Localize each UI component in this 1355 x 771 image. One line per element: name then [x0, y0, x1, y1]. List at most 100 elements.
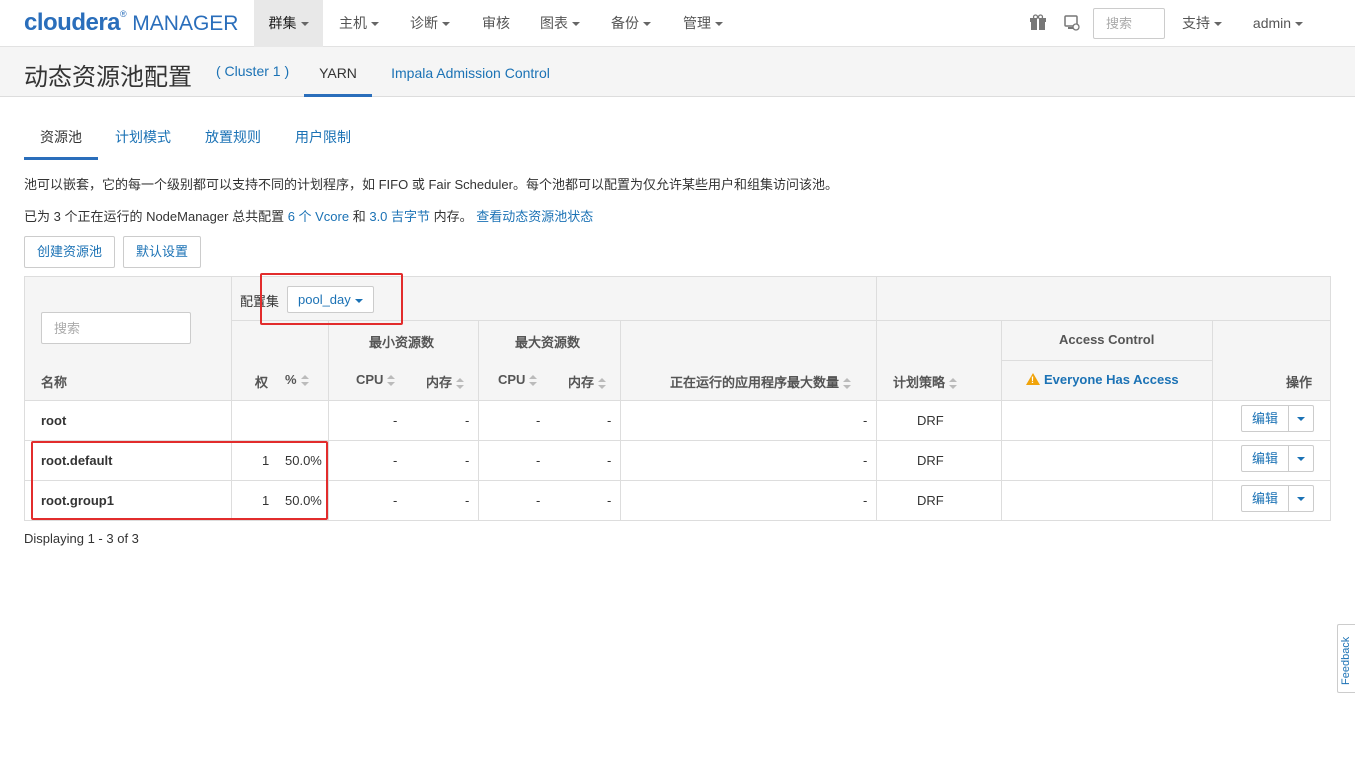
sort-icon: [949, 377, 958, 390]
row-root-max-mem: -: [607, 413, 612, 428]
row-group1-percent: 50.0%: [285, 493, 322, 508]
row-default-min-mem: -: [465, 453, 470, 468]
resource-pool-table: 配置集 pool_day 名称 权 % 最小资源数 最大资源数 CPU 内存 C…: [24, 276, 1331, 521]
chevron-down-icon: [1297, 457, 1305, 461]
row-group1-name[interactable]: root.group1: [41, 493, 114, 508]
chevron-down-icon: [1295, 22, 1304, 27]
chevron-down-icon: [1297, 497, 1305, 501]
nav-diagnostics[interactable]: 诊断: [398, 0, 462, 47]
row-default-name[interactable]: root.default: [41, 453, 113, 468]
row-default-max-apps: -: [863, 453, 868, 468]
row-group1-min-mem: -: [465, 493, 470, 508]
sort-icon: [843, 377, 852, 390]
nav-clusters[interactable]: 群集: [254, 0, 323, 47]
pagination-info: Displaying 1 - 3 of 3: [24, 531, 139, 546]
sort-icon: [529, 374, 538, 387]
feedback-tab[interactable]: Feedback: [1337, 624, 1355, 693]
chevron-down-icon: [715, 22, 723, 27]
edit-dropdown-button[interactable]: [1288, 485, 1314, 512]
edit-button[interactable]: 编辑: [1241, 445, 1289, 472]
chevron-down-icon: [572, 22, 580, 27]
col-scheduling-policy[interactable]: 计划策略: [893, 372, 958, 391]
row-group1-weight: 1: [262, 493, 270, 508]
nav-hosts[interactable]: 主机: [328, 0, 390, 47]
nav-user-menu[interactable]: admin: [1242, 0, 1314, 47]
running-commands-icon[interactable]: [1063, 14, 1081, 32]
tab-scheduling-modes[interactable]: 计划模式: [106, 119, 180, 160]
row-default-weight: 1: [262, 453, 270, 468]
row-root-max-apps: -: [863, 413, 868, 428]
nav-charts[interactable]: 图表: [528, 0, 592, 47]
row-default-policy: DRF: [917, 453, 944, 468]
col-max-cpu[interactable]: CPU: [498, 372, 538, 387]
row-group1-policy: DRF: [917, 493, 944, 508]
nodemanager-summary: 已为 3 个正在运行的 NodeManager 总共配置 6 个 Vcore 和…: [24, 209, 594, 224]
col-weight[interactable]: 权: [255, 372, 268, 391]
row-group1-max-mem: -: [607, 493, 612, 508]
row-root-min-cpu: -: [393, 413, 398, 428]
global-search-input[interactable]: [1093, 8, 1165, 39]
tab-resource-pools[interactable]: 资源池: [24, 119, 98, 160]
col-access-control: Access Control: [1059, 332, 1155, 347]
nav-backup[interactable]: 备份: [600, 0, 662, 47]
config-set-dropdown[interactable]: pool_day: [287, 286, 374, 313]
sort-icon: [300, 374, 309, 387]
edit-button[interactable]: 编辑: [1241, 485, 1289, 512]
cluster-link[interactable]: ( Cluster 1 ): [216, 63, 289, 79]
row-root-policy: DRF: [917, 413, 944, 428]
row-group1-max-apps: -: [863, 493, 868, 508]
col-min-memory[interactable]: 内存: [426, 372, 465, 391]
chevron-down-icon: [300, 22, 309, 27]
edit-dropdown-button[interactable]: [1288, 405, 1314, 432]
create-pool-button[interactable]: 创建资源池: [24, 236, 116, 268]
pool-description: 池可以嵌套，它的每一个级别都可以支持不同的计划程序，如 FIFO 或 Fair …: [24, 177, 838, 192]
pool-status-link[interactable]: 查看动态资源池状态: [476, 209, 593, 224]
row-root-max-cpu: -: [536, 413, 541, 428]
sort-icon: [456, 377, 465, 390]
col-min-cpu[interactable]: CPU: [356, 372, 396, 387]
col-group-max-resources: 最大资源数: [515, 335, 581, 350]
tab-yarn[interactable]: YARN: [304, 47, 372, 97]
page-header: 动态资源池配置 ( Cluster 1 ) YARN Impala Admiss…: [0, 47, 1355, 97]
nav-administration[interactable]: 管理: [672, 0, 734, 47]
chevron-down-icon: [354, 298, 363, 303]
page-title: 动态资源池配置: [24, 64, 192, 91]
warning-icon: !: [1026, 373, 1040, 385]
row-default-max-cpu: -: [536, 453, 541, 468]
chevron-down-icon: [1214, 22, 1222, 27]
col-name[interactable]: 名称: [41, 372, 67, 391]
col-percent[interactable]: %: [285, 372, 309, 387]
col-max-running-apps[interactable]: 正在运行的应用程序最大数量: [670, 372, 852, 391]
parcel-icon[interactable]: [1029, 14, 1047, 32]
col-actions: 操作: [1286, 375, 1313, 390]
config-set-label: 配置集: [240, 294, 280, 309]
memory-link[interactable]: 3.0 吉字节: [369, 209, 430, 224]
tab-impala-admission-control[interactable]: Impala Admission Control: [378, 47, 563, 97]
row-group1-min-cpu: -: [393, 493, 398, 508]
row-default-percent: 50.0%: [285, 453, 322, 468]
edit-dropdown-button[interactable]: [1288, 445, 1314, 472]
row-group1-max-cpu: -: [536, 493, 541, 508]
col-group-min-resources: 最小资源数: [369, 335, 435, 350]
cloudera-manager-logo[interactable]: cloudera® MANAGER: [24, 9, 238, 37]
row-default-min-cpu: -: [393, 453, 398, 468]
pool-search-input[interactable]: [41, 312, 191, 344]
chevron-down-icon: [1297, 417, 1305, 421]
top-navbar: cloudera® MANAGER 群集 主机 诊断 审核 图表 备份 管理 支…: [0, 0, 1355, 47]
sort-icon: [387, 374, 396, 387]
row-root-name[interactable]: root: [41, 413, 66, 428]
nav-audits[interactable]: 审核: [472, 0, 520, 47]
access-everyone-link[interactable]: ! Everyone Has Access: [1026, 372, 1179, 387]
vcore-link[interactable]: 6 个 Vcore: [288, 209, 349, 224]
sort-icon: [598, 377, 607, 390]
tab-user-limits[interactable]: 用户限制: [286, 119, 360, 160]
tab-placement-rules[interactable]: 放置规则: [196, 119, 270, 160]
row-default-max-mem: -: [607, 453, 612, 468]
chevron-down-icon: [643, 22, 651, 27]
chevron-down-icon: [371, 22, 379, 27]
col-max-memory[interactable]: 内存: [568, 372, 607, 391]
nav-support[interactable]: 支持: [1170, 0, 1234, 47]
edit-button[interactable]: 编辑: [1241, 405, 1289, 432]
chevron-down-icon: [442, 22, 450, 27]
default-settings-button[interactable]: 默认设置: [123, 236, 202, 268]
